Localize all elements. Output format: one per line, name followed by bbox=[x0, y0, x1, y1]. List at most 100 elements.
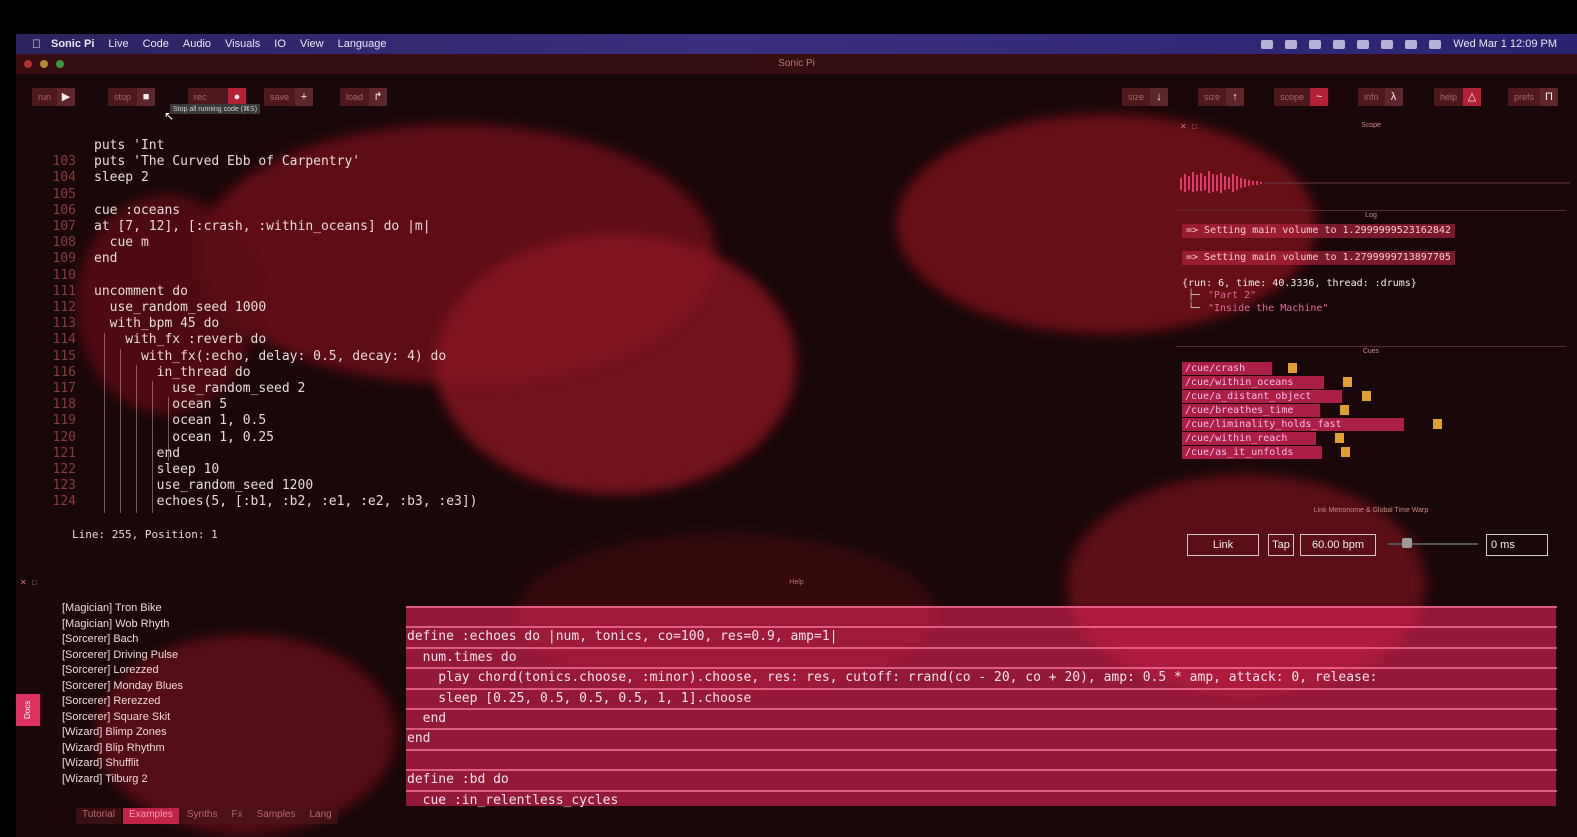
save-button[interactable]: save + bbox=[264, 88, 314, 106]
cue-badge bbox=[1343, 377, 1352, 387]
code-line[interactable]: with_fx(:echo, delay: 0.5, decay: 4) do bbox=[94, 349, 446, 365]
info-label: info bbox=[1358, 88, 1385, 106]
size-up-icon: ↑ bbox=[1226, 88, 1245, 106]
code-line[interactable]: end bbox=[94, 251, 117, 267]
example-item[interactable]: [Wizard] Blimp Zones bbox=[62, 726, 167, 738]
time-warp-field[interactable]: 0 ms bbox=[1486, 534, 1548, 556]
code-line[interactable]: ocean 1, 0.5 bbox=[94, 413, 266, 429]
menu-visuals[interactable]: Visuals bbox=[225, 38, 260, 50]
example-item[interactable]: [Sorcerer] Driving Pulse bbox=[62, 649, 178, 661]
code-line[interactable]: sleep 10 bbox=[94, 462, 220, 478]
divider bbox=[1176, 210, 1566, 211]
help-button[interactable]: help △ bbox=[1434, 88, 1482, 106]
tab-samples[interactable]: Samples bbox=[250, 808, 302, 824]
example-item[interactable]: [Magician] Wob Rhyth bbox=[62, 618, 169, 630]
plus-icon: + bbox=[295, 88, 314, 106]
code-line[interactable]: puts 'Int bbox=[94, 138, 164, 154]
bpm-field[interactable]: 60.00 bpm bbox=[1300, 534, 1376, 556]
code-line[interactable]: end bbox=[94, 446, 180, 462]
size-down-button[interactable]: size ↓ bbox=[1122, 88, 1169, 106]
code-line[interactable]: sleep 2 bbox=[94, 170, 149, 186]
tap-button[interactable]: Tap bbox=[1268, 534, 1294, 556]
example-item[interactable]: [Wizard] Tilburg 2 bbox=[62, 773, 148, 785]
search-icon[interactable] bbox=[1405, 39, 1418, 49]
zoom-window-icon[interactable] bbox=[56, 60, 64, 68]
menu-code[interactable]: Code bbox=[143, 38, 169, 50]
code-line[interactable]: use_random_seed 1000 bbox=[94, 300, 267, 316]
log-tree-branch: ├─ bbox=[1188, 290, 1201, 301]
menu-language[interactable]: Language bbox=[338, 38, 387, 50]
apple-icon[interactable]:  bbox=[32, 37, 41, 51]
clock-icon[interactable] bbox=[1285, 39, 1298, 49]
line-number: 104 bbox=[52, 170, 76, 186]
menu-view[interactable]: View bbox=[300, 38, 324, 50]
run-label: run bbox=[32, 88, 58, 106]
headphones-icon[interactable] bbox=[1309, 39, 1322, 49]
example-item[interactable]: [Sorcerer] Square Skit bbox=[62, 711, 170, 723]
link-button[interactable]: Link bbox=[1187, 534, 1259, 556]
code-line[interactable]: uncomment do bbox=[94, 284, 188, 300]
doc-code-line: cue :in_relentless_cycles bbox=[406, 789, 1557, 810]
tab-lang[interactable]: Lang bbox=[303, 808, 338, 824]
line-number: 121 bbox=[52, 445, 76, 461]
menu-io[interactable]: IO bbox=[274, 38, 286, 50]
cloud-icon[interactable] bbox=[1261, 39, 1274, 49]
docs-tab[interactable]: Docs bbox=[16, 694, 40, 726]
help-close-icon[interactable]: ✕ bbox=[20, 576, 27, 590]
code-line[interactable]: in_thread do bbox=[94, 365, 251, 381]
help-label: help bbox=[1434, 88, 1464, 106]
code-line[interactable]: cue :oceans bbox=[94, 203, 180, 219]
code-line[interactable]: echoes(5, [:b1, :b2, :e1, :e2, :b3, :e3]… bbox=[94, 494, 478, 510]
close-window-icon[interactable] bbox=[24, 60, 32, 68]
tab-synths[interactable]: Synths bbox=[180, 808, 224, 824]
run-button[interactable]: run ▶ bbox=[32, 88, 76, 106]
stop-button[interactable]: stop ■ bbox=[108, 88, 156, 106]
example-item[interactable]: [Sorcerer] Lorezzed bbox=[62, 664, 159, 676]
code-line[interactable]: ocean 5 bbox=[94, 397, 227, 413]
menu-clock[interactable]: Wed Mar 1 12:09 PM bbox=[1453, 38, 1557, 50]
example-item[interactable]: [Wizard] Blip Rhythm bbox=[62, 742, 165, 754]
line-number: 108 bbox=[52, 235, 76, 251]
wifi-icon[interactable] bbox=[1381, 39, 1394, 49]
prefs-button[interactable]: prefs Π bbox=[1508, 88, 1559, 106]
example-item[interactable]: [Wizard] Shufflit bbox=[62, 757, 139, 769]
code-line[interactable]: cue m bbox=[94, 235, 149, 251]
code-line[interactable]: puts 'The Curved Ebb of Carpentry' bbox=[94, 154, 360, 170]
example-item[interactable]: [Magician] Tron Bike bbox=[62, 602, 162, 614]
load-button[interactable]: load ↱ bbox=[340, 88, 388, 106]
code-line[interactable]: ocean 1, 0.25 bbox=[94, 430, 274, 446]
control-center-icon[interactable] bbox=[1429, 39, 1442, 49]
line-number: 118 bbox=[52, 397, 76, 413]
code-line[interactable]: with_bpm 45 do bbox=[94, 316, 220, 332]
code-line[interactable]: use_random_seed 1200 bbox=[94, 478, 314, 494]
example-item[interactable]: [Sorcerer] Bach bbox=[62, 633, 138, 645]
example-item[interactable]: [Sorcerer] Monday Blues bbox=[62, 680, 183, 692]
line-number: 105 bbox=[52, 186, 76, 202]
code-line[interactable]: use_random_seed 2 bbox=[94, 381, 305, 397]
menu-audio[interactable]: Audio bbox=[183, 38, 211, 50]
minimize-window-icon[interactable] bbox=[40, 60, 48, 68]
doc-code-line: define :bd do bbox=[406, 769, 1557, 789]
scope-title: Scope bbox=[1361, 122, 1381, 129]
save-label: save bbox=[264, 88, 296, 106]
line-number: 123 bbox=[52, 478, 76, 494]
time-warp-slider-handle[interactable] bbox=[1402, 538, 1412, 548]
code-line[interactable]: at [7, 12], [:crash, :within_oceans] do … bbox=[94, 219, 431, 235]
menu-app-name[interactable]: Sonic Pi bbox=[51, 38, 94, 50]
info-button[interactable]: info λ bbox=[1358, 88, 1403, 106]
tab-fx[interactable]: Fx bbox=[225, 808, 249, 824]
bluetooth-icon[interactable] bbox=[1357, 39, 1370, 49]
scope-button[interactable]: scope ~ bbox=[1274, 88, 1329, 106]
doc-code-line: define :echoes do |num, tonics, co=100, … bbox=[406, 626, 1557, 646]
battery-icon[interactable] bbox=[1333, 39, 1346, 49]
lambda-icon: λ bbox=[1384, 88, 1403, 106]
tab-examples[interactable]: Examples bbox=[122, 808, 179, 824]
menu-live[interactable]: Live bbox=[108, 38, 128, 50]
example-item[interactable]: [Sorcerer] Rerezzed bbox=[62, 695, 160, 707]
code-line[interactable]: with_fx :reverb do bbox=[94, 332, 266, 348]
tab-tutorial[interactable]: Tutorial bbox=[76, 808, 121, 824]
cues-title: Cues bbox=[1362, 348, 1380, 355]
size-up-button[interactable]: size ↑ bbox=[1198, 88, 1245, 106]
help-float-icon[interactable]: □ bbox=[32, 576, 37, 590]
code-editor[interactable]: puts 'Int 103 puts 'The Curved Ebb of Carp… bbox=[44, 138, 1174, 518]
